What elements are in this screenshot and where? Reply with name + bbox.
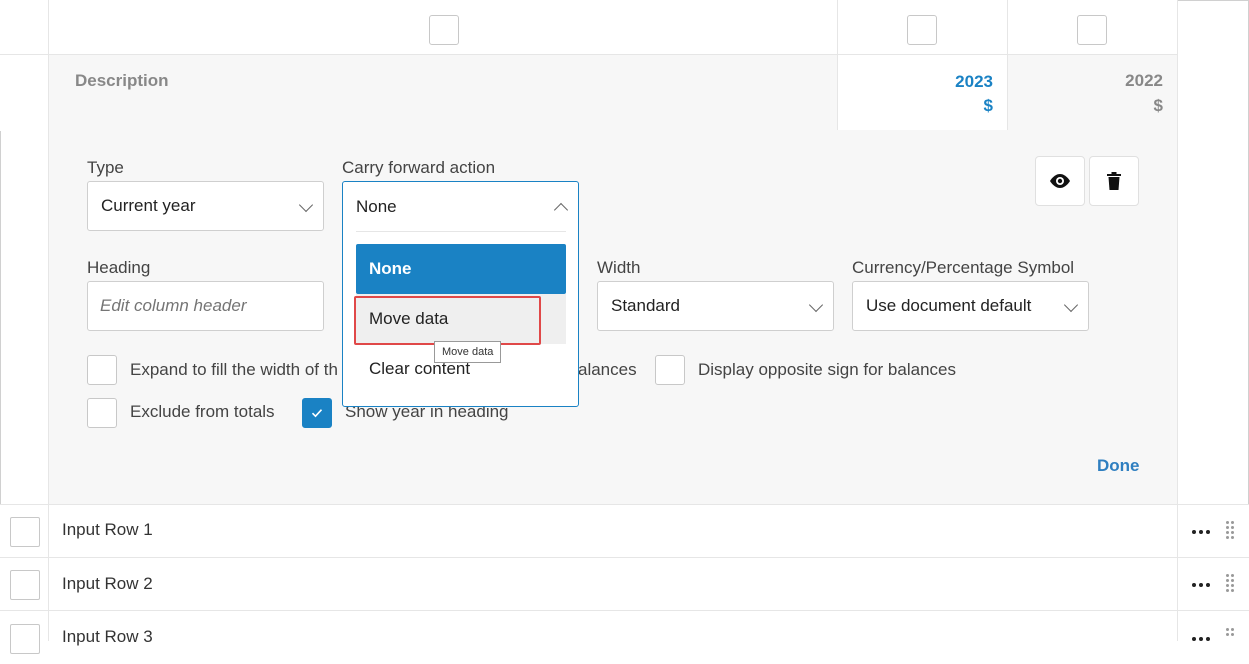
heading-label: Heading [87, 258, 151, 277]
carry-forward-select-value: None [356, 197, 397, 216]
header-label-gutter [0, 54, 49, 131]
row-divider [48, 611, 49, 641]
done-button[interactable]: Done [1097, 456, 1140, 476]
more-options-icon[interactable] [1192, 637, 1212, 641]
balances-label-fragment: alances [578, 360, 637, 379]
tooltip: Move data [434, 341, 502, 363]
opposite-sign-checkbox[interactable] [655, 355, 685, 385]
option-none[interactable]: None [356, 244, 566, 294]
column-2022-year: 2022 [1125, 71, 1163, 90]
drag-handle-icon[interactable] [1226, 628, 1234, 636]
row-checkbox[interactable] [10, 570, 40, 600]
description-column-checkbox[interactable] [429, 15, 459, 45]
currency-label: Currency/Percentage Symbol [852, 258, 1075, 277]
column-2022-checkbox[interactable] [1077, 15, 1107, 45]
row-label[interactable]: Input Row 2 [62, 574, 153, 594]
table-row: Input Row 3 [0, 610, 1249, 664]
header-row-gutter [0, 0, 49, 55]
header-description-cell: Description [48, 54, 838, 131]
row-divider [48, 558, 49, 611]
row-divider [1177, 558, 1178, 611]
dropdown-divider [356, 231, 566, 232]
width-select-value: Standard [611, 296, 680, 315]
column-2023-year: 2023 [955, 72, 993, 91]
column-2022-symbol: $ [1153, 96, 1163, 115]
currency-select[interactable]: Use document default [852, 281, 1089, 331]
drag-handle-icon[interactable] [1226, 574, 1234, 592]
row-checkbox[interactable] [10, 624, 40, 654]
row-divider [1177, 505, 1178, 558]
expand-width-label: Expand to fill the width of th [130, 360, 338, 379]
drag-handle-icon[interactable] [1226, 521, 1234, 539]
tooltip-text: Move data [442, 346, 494, 358]
type-select-value: Current year [101, 196, 196, 215]
row-divider [1177, 611, 1178, 641]
header-2023-cell[interactable]: 2023 $ [837, 54, 1008, 131]
exclude-totals-label: Exclude from totals [130, 402, 275, 421]
more-options-icon[interactable] [1192, 583, 1212, 587]
exclude-totals-checkbox[interactable] [87, 398, 117, 428]
chevron-down-icon [808, 297, 824, 313]
type-label: Type [87, 158, 124, 177]
more-options-icon[interactable] [1192, 530, 1212, 534]
chevron-up-icon [553, 202, 569, 218]
heading-input[interactable] [87, 281, 324, 331]
table-row: Input Row 2 [0, 557, 1249, 611]
highlight-box [354, 296, 541, 345]
eye-icon [1050, 174, 1070, 188]
currency-select-value: Use document default [866, 296, 1032, 315]
row-label[interactable]: Input Row 3 [62, 627, 153, 647]
checkmark-icon [311, 409, 323, 418]
toggle-visibility-button[interactable] [1035, 156, 1085, 206]
show-year-checkbox[interactable] [302, 398, 332, 428]
header-2022-cell[interactable]: 2022 $ [1007, 54, 1178, 131]
expand-width-checkbox[interactable] [87, 355, 117, 385]
description-header: Description [75, 71, 169, 90]
delete-column-button[interactable] [1089, 156, 1139, 206]
chevron-down-icon [298, 197, 314, 213]
trash-icon [1107, 172, 1121, 190]
type-select[interactable]: Current year [87, 181, 324, 231]
table-row: Input Row 1 [0, 504, 1249, 558]
column-2023-checkbox[interactable] [907, 15, 937, 45]
chevron-down-icon [1063, 297, 1079, 313]
row-checkbox[interactable] [10, 517, 40, 547]
width-select[interactable]: Standard [597, 281, 834, 331]
row-divider [48, 505, 49, 558]
carry-forward-select[interactable]: None None Move data Clear content [342, 181, 579, 407]
opposite-sign-label: Display opposite sign for balances [698, 360, 956, 379]
option-none-label: None [369, 259, 412, 278]
column-2023-symbol: $ [983, 96, 993, 115]
row-label[interactable]: Input Row 1 [62, 520, 153, 540]
width-label: Width [597, 258, 641, 277]
carry-forward-label: Carry forward action [342, 158, 496, 177]
